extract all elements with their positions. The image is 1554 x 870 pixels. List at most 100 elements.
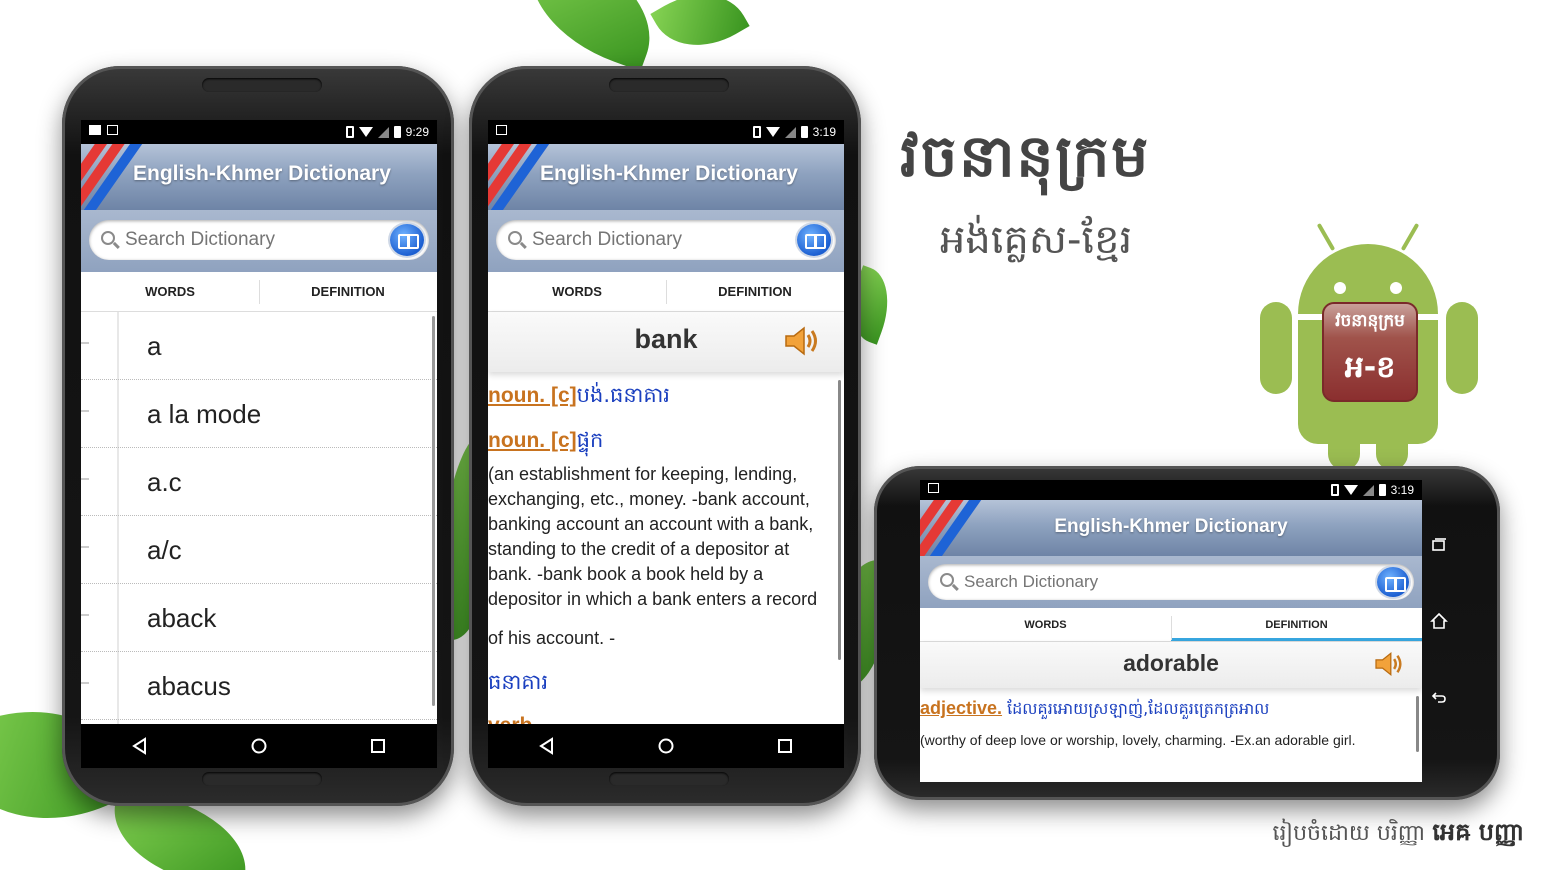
khmer-translation: ផ្ទុក [576,428,604,452]
definition-entry: adjective. ដែលគួរអោយស្រឡាញ់,ដែលគួរត្រេកត… [920,698,1414,722]
speaker-icon[interactable] [784,324,822,358]
search-bar [488,210,844,272]
image-icon [928,483,939,493]
definition-entry: noun. [c]ផ្ទុក [488,427,832,458]
robot-arm [1260,302,1292,394]
tab-definition[interactable]: DEFINITION [259,272,437,311]
robot-leg [1328,432,1360,470]
search-box[interactable] [89,220,429,260]
headword: adorable [1123,650,1219,676]
wifi-icon [765,127,780,137]
list-item[interactable]: a [81,312,437,380]
nav-bar [81,724,437,768]
phone-landscape: 3:19 English-Khmer Dictionary WORDS DEFI… [874,466,1500,800]
wifi-icon [358,127,373,137]
definition-header: bank [488,312,844,372]
scrollbar[interactable] [432,316,435,706]
status-time: 9:29 [405,125,429,139]
app-icon-badge: វចនានុក្រម អ-ខ [1322,302,1418,402]
back-icon[interactable] [1430,688,1448,706]
phone-screen: 9:29 English-Khmer Dictionary WORDS DEFI… [81,120,437,768]
part-of-speech[interactable]: noun. [c] [488,429,577,452]
android-robot-logo: វចនានុក្រម អ-ខ [1258,222,1480,470]
definition-header: adorable [920,642,1422,688]
phone-bottom-speaker [202,772,322,786]
phone-definition: 3:19 English-Khmer Dictionary WORDS DEFI… [469,66,861,806]
home-icon[interactable] [657,737,675,755]
tab-definition[interactable]: DEFINITION [666,272,844,311]
status-bar: 9:29 [81,120,437,144]
credit-line: រៀបចំដោយ បរិញ្ញា អេឝ បញ្ញា [1273,817,1524,852]
phone-top-speaker [202,78,322,92]
list-item[interactable]: a.c [81,448,437,516]
definition-body: adjective. ដែលគួរអោយស្រឡាញ់,ដែលគួរត្រេកត… [920,692,1422,782]
definition-text-continued: of his account. - [488,628,616,648]
phone-word-list: 9:29 English-Khmer Dictionary WORDS DEFI… [62,66,454,806]
list-item[interactable]: aback [81,584,437,652]
status-time: 3:19 [812,125,836,139]
list-item[interactable]: abacus [81,652,437,720]
signal-icon [1362,484,1374,496]
credit-name: អេឝ បញ្ញា [1432,818,1524,846]
battery-icon [1378,484,1386,496]
khmer-translation: ដែលគួរអោយស្រឡាញ់,ដែលគួរត្រេកត្រអាល [1007,699,1270,718]
badge-title: វចនានុក្រម [1335,311,1405,331]
list-item[interactable]: a la mode [81,380,437,448]
tab-definition[interactable]: DEFINITION [1171,608,1422,641]
book-icon[interactable] [390,224,424,256]
book-icon[interactable] [1377,567,1409,597]
tab-words[interactable]: WORDS [920,608,1171,641]
search-icon [940,573,954,587]
app-title: English-Khmer Dictionary [133,162,391,185]
part-of-speech[interactable]: adjective. [920,698,1002,718]
definition-text: (an establishment for keeping, lending, … [488,464,818,609]
list-item[interactable]: a/c [81,516,437,584]
tab-bar: WORDS DEFINITION [488,272,844,312]
home-icon[interactable] [250,737,268,755]
speaker-icon[interactable] [1374,650,1406,678]
image-icon [107,125,118,135]
status-bar: 3:19 [920,480,1422,500]
badge-subtitle: អ-ខ [1344,350,1396,385]
tab-words[interactable]: WORDS [81,272,259,311]
wifi-icon [1343,485,1358,495]
status-time: 3:19 [1390,483,1414,497]
recents-icon[interactable] [776,737,794,755]
book-icon[interactable] [797,224,831,256]
tab-words[interactable]: WORDS [488,272,666,311]
tab-bar: WORDS DEFINITION [920,608,1422,642]
search-input[interactable] [532,228,762,252]
search-input[interactable] [964,570,1194,594]
word-list: a a la mode a.c a/c aback abacus [81,312,437,724]
brand-subtitle: អង់គ្លេស-ខ្មែរ [940,217,1133,263]
status-bar: 3:19 [488,120,844,144]
robot-eye [1390,282,1402,294]
app-title: English-Khmer Dictionary [1054,516,1288,537]
recents-icon[interactable] [1430,536,1448,554]
scrollbar[interactable] [1416,696,1419,752]
search-box[interactable] [928,564,1414,600]
vibrate-icon [752,126,761,138]
definition-entry: noun. [c]បង់.ធនាគារ [488,382,832,413]
back-icon[interactable] [538,737,556,755]
nav-bar [488,724,844,768]
khmer-translation: ធនាគារ [488,670,548,694]
robot-eye [1334,282,1346,294]
recents-icon[interactable] [369,737,387,755]
robot-leg [1376,432,1408,470]
robot-antenna [1400,223,1420,251]
vibrate-icon [1330,484,1339,496]
leaf-decoration [650,0,750,66]
home-icon[interactable] [1430,612,1448,630]
definition-body: noun. [c]បង់.ធនាគារ noun. [c]ផ្ទុក (an e… [488,376,844,724]
scrollbar[interactable] [838,380,841,660]
search-icon [101,231,115,245]
back-icon[interactable] [131,737,149,755]
part-of-speech[interactable]: noun. [c] [488,384,577,407]
app-bar: English-Khmer Dictionary [920,500,1422,556]
search-bar [920,556,1422,608]
search-box[interactable] [496,220,836,260]
search-input[interactable] [125,228,355,252]
part-of-speech[interactable]: verb. ... [488,714,562,724]
phone-bottom-speaker [609,772,729,786]
